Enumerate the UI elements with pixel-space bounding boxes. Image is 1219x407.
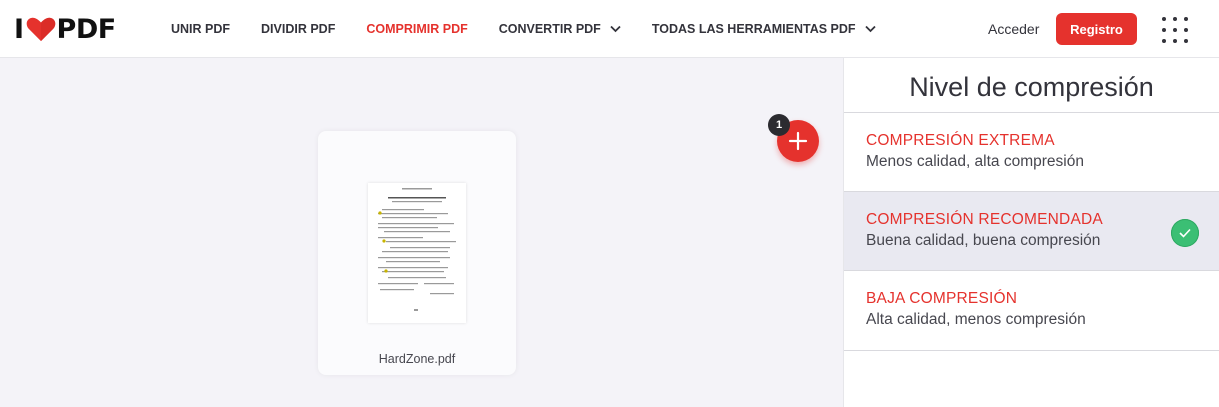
option-recommended-compression[interactable]: COMPRESIÓN RECOMENDADA Buena calidad, bu… bbox=[844, 191, 1219, 270]
top-header: I PDF UNIR PDF DIVIDIR PDF COMPRIMIR PDF… bbox=[0, 0, 1219, 58]
pdf-thumbnail bbox=[368, 183, 466, 323]
nav-label: COMPRIMIR PDF bbox=[366, 22, 468, 36]
nav-comprimir-pdf[interactable]: COMPRIMIR PDF bbox=[366, 22, 467, 36]
panel-title: Nivel de compresión bbox=[909, 72, 1154, 102]
main-nav: UNIR PDF DIVIDIR PDF COMPRIMIR PDF CONVE… bbox=[171, 0, 907, 58]
file-card[interactable]: HardZone.pdf bbox=[318, 131, 516, 375]
compression-panel: Nivel de compresión COMPRESIÓN EXTREMA M… bbox=[843, 58, 1219, 407]
divider bbox=[844, 350, 1219, 351]
nav-convertir-pdf[interactable]: CONVERTIR PDF bbox=[499, 22, 621, 36]
nav-unir-pdf[interactable]: UNIR PDF bbox=[171, 22, 230, 36]
file-count-badge: 1 bbox=[768, 114, 790, 136]
option-extreme-compression[interactable]: COMPRESIÓN EXTREMA Menos calidad, alta c… bbox=[844, 112, 1219, 191]
plus-icon bbox=[788, 131, 808, 151]
nav-label: UNIR PDF bbox=[171, 22, 231, 36]
nav-label: CONVERTIR PDF bbox=[498, 22, 601, 36]
register-button[interactable]: Registro bbox=[1056, 13, 1137, 45]
option-subtitle: Buena calidad, buena compresión bbox=[866, 232, 1101, 249]
nav-todas-herramientas[interactable]: TODAS LAS HERRAMIENTAS PDF bbox=[652, 22, 876, 36]
option-title: COMPRESIÓN EXTREMA bbox=[866, 132, 1055, 149]
heart-icon bbox=[26, 17, 55, 42]
nav-label: TODAS LAS HERRAMIENTAS PDF bbox=[651, 22, 856, 36]
option-subtitle: Alta calidad, menos compresión bbox=[866, 311, 1086, 328]
option-subtitle: Menos calidad, alta compresión bbox=[866, 153, 1084, 170]
option-low-compression[interactable]: BAJA COMPRESIÓN Alta calidad, menos comp… bbox=[844, 270, 1219, 349]
logo-letter-i: I bbox=[14, 13, 24, 45]
grid-dots-icon[interactable] bbox=[1162, 17, 1188, 43]
check-icon bbox=[1171, 219, 1199, 247]
option-title: COMPRESIÓN RECOMENDADA bbox=[866, 211, 1103, 228]
login-link[interactable]: Acceder bbox=[988, 21, 1039, 37]
chevron-down-icon bbox=[610, 25, 621, 33]
chevron-down-icon bbox=[864, 25, 876, 33]
nav-dividir-pdf[interactable]: DIVIDIR PDF bbox=[261, 22, 335, 36]
ilovepdf-logo[interactable]: I PDF bbox=[14, 13, 117, 45]
file-name: HardZone.pdf bbox=[378, 352, 456, 366]
nav-label: DIVIDIR PDF bbox=[261, 22, 336, 36]
option-title: BAJA COMPRESIÓN bbox=[866, 290, 1018, 307]
logo-text-pdf: PDF bbox=[56, 13, 117, 45]
file-workspace: HardZone.pdf 1 bbox=[0, 58, 843, 407]
